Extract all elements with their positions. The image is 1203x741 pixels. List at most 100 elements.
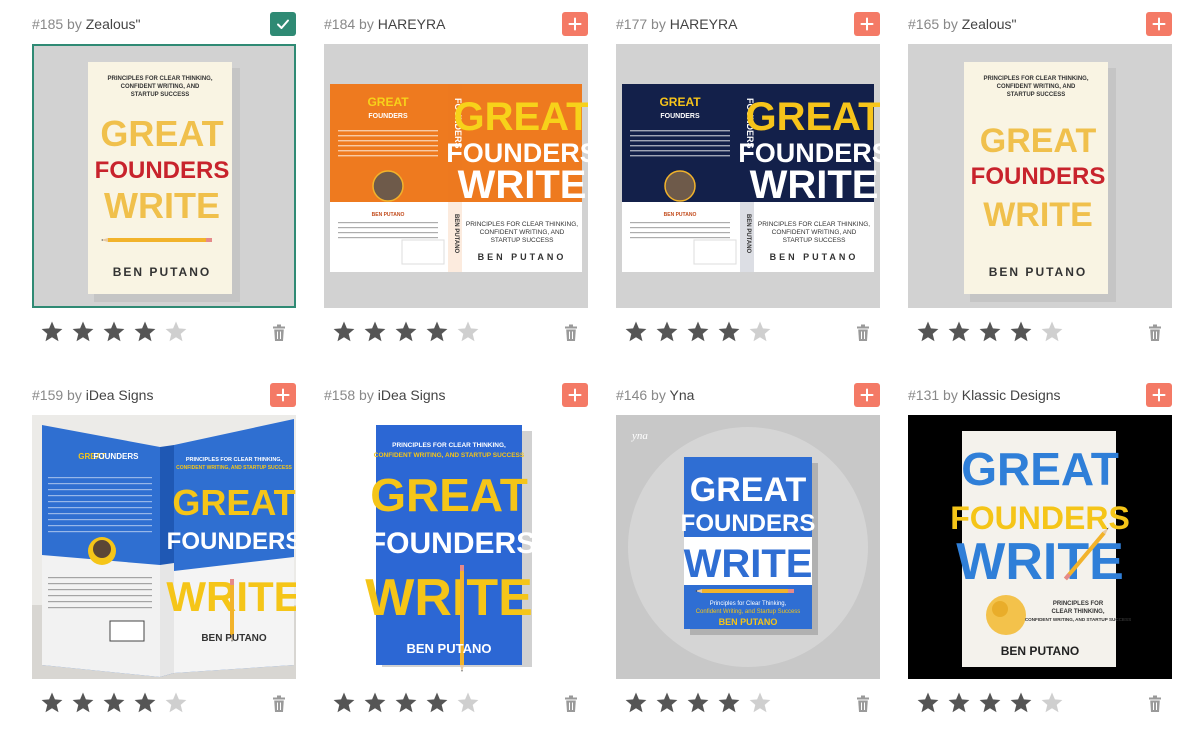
designer-name[interactable]: Klassic Designs <box>962 387 1061 403</box>
star-filled-icon[interactable] <box>71 691 95 715</box>
cover-artwork: GREAT FOUNDERS PRINCIPLES FOR CLEAR THINKI… <box>32 415 296 679</box>
check-icon <box>277 19 289 29</box>
star-empty-icon[interactable] <box>164 691 188 715</box>
star-filled-icon[interactable] <box>624 320 648 344</box>
cover-title: GREAT <box>961 443 1119 495</box>
add-to-shortlist-button[interactable] <box>270 383 296 407</box>
design-thumbnail[interactable]: GREAT FOUNDERS BEN PUTANO FOUNDERS BEN PUTAN… <box>324 44 588 308</box>
star-filled-icon[interactable] <box>1009 691 1033 715</box>
designer-name[interactable]: iDea Signs <box>86 387 154 403</box>
star-filled-icon[interactable] <box>978 320 1002 344</box>
cover-title: WRITE <box>983 196 1093 234</box>
star-filled-icon[interactable] <box>133 691 157 715</box>
star-filled-icon[interactable] <box>686 320 710 344</box>
designer-watermark: yna <box>631 430 648 442</box>
star-filled-icon[interactable] <box>916 320 940 344</box>
design-card: #146 by Yna yna GREAT FOUNDERS WRITE Principl… <box>616 383 880 713</box>
star-empty-icon[interactable] <box>164 320 188 344</box>
entry-by: by <box>67 16 82 32</box>
plus-icon <box>568 17 582 31</box>
barcode-box <box>109 620 145 642</box>
add-to-shortlist-button[interactable] <box>1146 12 1172 36</box>
design-thumbnail[interactable]: GREAT FOUNDERS WRITE PRINCIPLES FOR CLEAR TH… <box>908 415 1172 679</box>
star-empty-icon[interactable] <box>1040 691 1064 715</box>
add-to-shortlist-button[interactable] <box>562 383 588 407</box>
trash-icon[interactable] <box>1148 324 1162 342</box>
trash-icon[interactable] <box>272 324 286 342</box>
star-filled-icon[interactable] <box>133 320 157 344</box>
design-thumbnail[interactable]: GREAT FOUNDERS BEN PUTANO FOUNDERS BEN PUTAN… <box>616 44 880 308</box>
star-filled-icon[interactable] <box>947 691 971 715</box>
star-filled-icon[interactable] <box>40 320 64 344</box>
star-filled-icon[interactable] <box>102 691 126 715</box>
designer-name[interactable]: Zealous" <box>962 16 1017 32</box>
star-filled-icon[interactable] <box>394 320 418 344</box>
cover-title: FOUNDERS <box>368 527 536 560</box>
star-empty-icon[interactable] <box>748 691 772 715</box>
add-to-shortlist-button[interactable] <box>1146 383 1172 407</box>
add-to-shortlist-button[interactable] <box>562 12 588 36</box>
star-filled-icon[interactable] <box>363 691 387 715</box>
star-filled-icon[interactable] <box>71 320 95 344</box>
star-filled-icon[interactable] <box>425 320 449 344</box>
star-empty-icon[interactable] <box>456 691 480 715</box>
plus-icon <box>568 388 582 402</box>
star-filled-icon[interactable] <box>978 691 1002 715</box>
designer-name[interactable]: Zealous" <box>86 16 141 32</box>
star-filled-icon[interactable] <box>102 320 126 344</box>
designer-name[interactable]: HAREYRA <box>378 16 446 32</box>
entry-number: #177 <box>616 16 648 32</box>
star-filled-icon[interactable] <box>655 691 679 715</box>
trash-icon[interactable] <box>1148 695 1162 713</box>
design-thumbnail[interactable]: PRINCIPLES FOR CLEAR THINKING, CONFIDENT … <box>908 44 1172 308</box>
star-filled-icon[interactable] <box>717 320 741 344</box>
rating-row <box>908 691 1172 719</box>
cover-title: FOUNDERS <box>95 157 230 184</box>
star-filled-icon[interactable] <box>1009 320 1033 344</box>
star-filled-icon[interactable] <box>717 691 741 715</box>
add-to-shortlist-button[interactable] <box>854 12 880 36</box>
cover-title: GREAT <box>690 471 807 509</box>
star-filled-icon[interactable] <box>425 691 449 715</box>
design-thumbnail[interactable]: PRINCIPLES FOR CLEAR THINKING, CONFIDENT … <box>324 415 588 679</box>
cover-tagline: CONFIDENT WRITING, AND STARTUP SUCCESS <box>176 465 292 471</box>
star-empty-icon[interactable] <box>748 320 772 344</box>
star-empty-icon[interactable] <box>456 320 480 344</box>
trash-icon[interactable] <box>856 695 870 713</box>
card-header: #185 by Zealous" <box>32 12 296 38</box>
entry-by: by <box>943 16 958 32</box>
designer-name[interactable]: HAREYRA <box>670 16 738 32</box>
cover-tagline: STARTUP SUCCESS <box>783 237 847 244</box>
star-filled-icon[interactable] <box>655 320 679 344</box>
rating-row <box>908 320 1172 348</box>
designer-name[interactable]: Yna <box>669 387 694 403</box>
plus-icon <box>1152 17 1166 31</box>
design-thumbnail[interactable]: yna GREAT FOUNDERS WRITE Principles for Clea… <box>616 415 880 679</box>
trash-icon[interactable] <box>856 324 870 342</box>
trash-icon[interactable] <box>564 324 578 342</box>
cover-tagline: STARTUP SUCCESS <box>1007 92 1065 98</box>
design-thumbnail[interactable]: PRINCIPLES FOR CLEAR THINKING, CONFIDENT … <box>32 44 296 308</box>
cover-title: WRITE <box>750 163 879 207</box>
star-filled-icon[interactable] <box>686 691 710 715</box>
star-filled-icon[interactable] <box>363 320 387 344</box>
selected-checkmark-button[interactable] <box>270 12 296 36</box>
design-thumbnail[interactable]: GREAT FOUNDERS PRINCIPLES FOR CLEAR THINKI… <box>32 415 296 679</box>
star-filled-icon[interactable] <box>624 691 648 715</box>
designer-name[interactable]: iDea Signs <box>378 387 446 403</box>
star-empty-icon[interactable] <box>1040 320 1064 344</box>
star-rating <box>332 691 480 715</box>
star-filled-icon[interactable] <box>332 320 356 344</box>
add-to-shortlist-button[interactable] <box>854 383 880 407</box>
star-filled-icon[interactable] <box>40 691 64 715</box>
cover-author: BEN PUTANO <box>664 212 697 218</box>
cover-tagline: PRINCIPLES FOR CLEAR THINKING, <box>186 457 283 463</box>
trash-icon[interactable] <box>272 695 286 713</box>
star-filled-icon[interactable] <box>947 320 971 344</box>
trash-icon[interactable] <box>564 695 578 713</box>
cover-author: BEN PUTANO <box>719 617 778 627</box>
cover-author: BEN PUTANO <box>989 265 1087 279</box>
star-filled-icon[interactable] <box>394 691 418 715</box>
star-filled-icon[interactable] <box>332 691 356 715</box>
star-filled-icon[interactable] <box>916 691 940 715</box>
